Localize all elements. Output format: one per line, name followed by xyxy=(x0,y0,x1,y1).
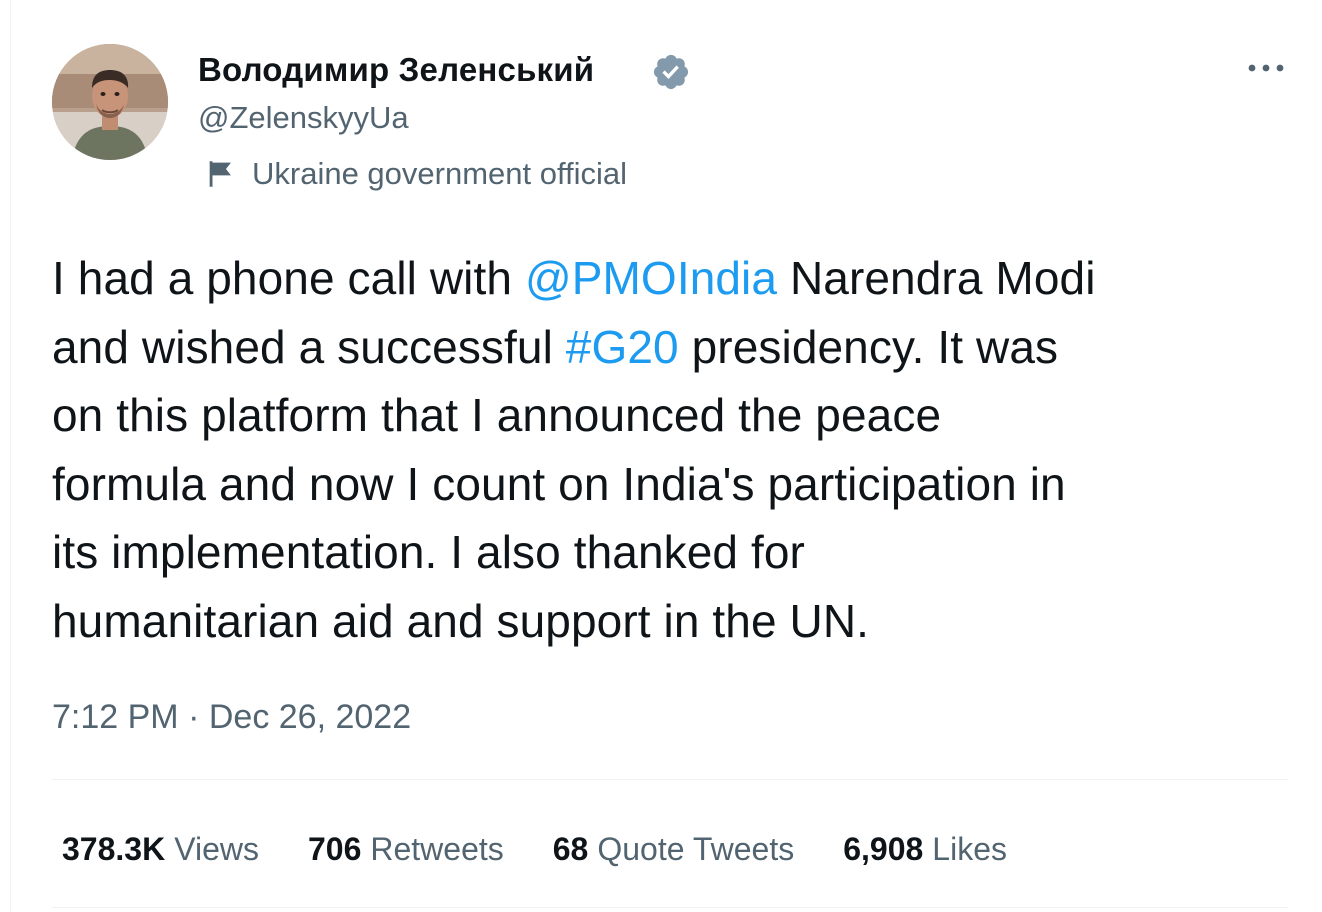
tweet-text-line-5: its implementation. I also thanked for xyxy=(52,526,805,578)
separator-dot: · xyxy=(188,698,200,736)
tweet-text-segment: presidency. It was xyxy=(678,320,1059,373)
tweet-stats: 378.3K Views 706 Retweets 68 Quote Tweet… xyxy=(62,828,1007,870)
author-display-name[interactable]: Володимир Зеленський xyxy=(198,50,594,90)
tweet-text-line-6: humanitarian aid and support in the UN. xyxy=(52,594,870,647)
stats-divider-top xyxy=(52,779,1288,780)
views-count: 378.3K xyxy=(62,831,166,867)
tweet-text-segment: I had a phone call with xyxy=(52,252,525,304)
likes-stat[interactable]: 6,908 Likes xyxy=(843,828,1007,870)
quote-tweets-count: 68 xyxy=(552,831,589,867)
likes-count: 6,908 xyxy=(843,831,924,867)
retweets-stat[interactable]: 706 Retweets xyxy=(308,828,504,870)
flag-icon xyxy=(209,161,231,187)
author-handle[interactable]: @ZelenskyyUa xyxy=(198,98,409,138)
quote-tweets-stat[interactable]: 68 Quote Tweets xyxy=(553,828,794,870)
avatar[interactable] xyxy=(52,44,168,160)
tweet-text-segment: and wished a successful xyxy=(52,320,566,373)
views-label: Views xyxy=(174,831,259,867)
retweets-label: Retweets xyxy=(370,831,504,867)
tweet-text: I had a phone call with @PMOIndia Narend… xyxy=(52,244,1302,655)
tweet-text-line-2: and wished a successful #G20 presidency.… xyxy=(52,313,1302,382)
tweet-text-line-4: formula and now I count on India's parti… xyxy=(52,457,1066,510)
quote-tweets-label: Quote Tweets xyxy=(597,831,795,867)
mention-link-pmoindia[interactable]: @PMOIndia xyxy=(525,252,777,304)
government-label-text: Ukraine government official xyxy=(252,156,628,191)
tweet-card: Володимир Зеленський @ZelenskyyUa Ukrain… xyxy=(0,0,1322,912)
timestamp-separator: · xyxy=(188,698,209,736)
verified-badge-icon xyxy=(653,54,689,90)
avatar-image xyxy=(52,44,168,160)
tweet-date[interactable]: Dec 26, 2022 xyxy=(209,698,411,736)
government-label[interactable]: Ukraine government official xyxy=(204,154,627,194)
hashtag-link-g20[interactable]: #G20 xyxy=(566,321,679,373)
tweet-time[interactable]: 7:12 PM xyxy=(52,698,179,736)
stats-divider-bottom xyxy=(52,907,1288,908)
retweets-count: 706 xyxy=(307,831,362,867)
tweet-text-line-1: I had a phone call with @PMOIndia Narend… xyxy=(52,244,1302,313)
views-stat[interactable]: 378.3K Views xyxy=(62,828,259,870)
tweet-timestamp[interactable]: 7:12 PM · Dec 26, 2022 xyxy=(52,696,411,738)
tweet-text-line-3: on this platform that I announced the pe… xyxy=(52,389,942,441)
more-options-button[interactable] xyxy=(1240,48,1292,88)
tweet-text-segment: Narendra Modi xyxy=(777,252,1096,304)
likes-label: Likes xyxy=(932,831,1007,867)
more-horizontal-icon xyxy=(1248,64,1284,72)
